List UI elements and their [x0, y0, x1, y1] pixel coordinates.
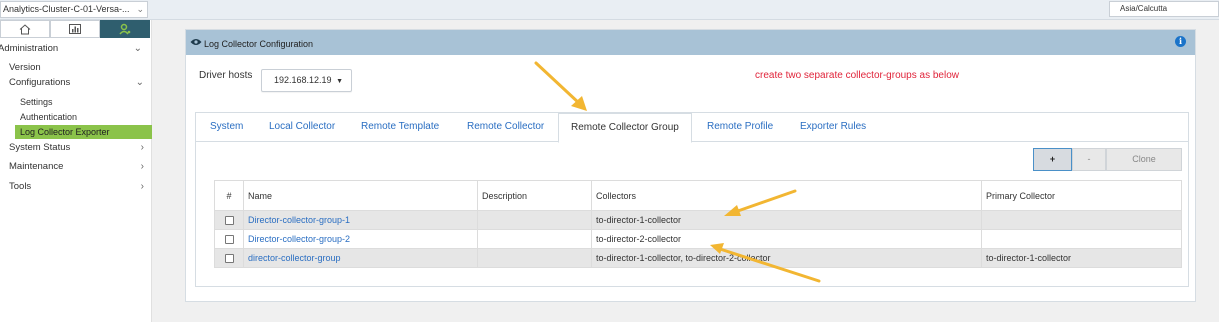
row-primary-collector: [981, 210, 1182, 230]
chevron-right-icon: ›: [140, 161, 144, 172]
add-button[interactable]: +: [1033, 148, 1072, 171]
nav-system-status[interactable]: System Status ›: [9, 142, 152, 153]
column-header-collectors[interactable]: Collectors: [591, 180, 982, 211]
top-bar: Analytics-Cluster-C-01-Versa-... ⌄ Asia/…: [0, 0, 1219, 20]
chevron-down-icon: ⌄: [133, 43, 142, 54]
nav-tools-label: Tools: [9, 181, 32, 192]
driver-hosts-value: 192.168.12.19: [274, 75, 332, 85]
row-checkbox-cell: [214, 210, 244, 230]
column-header-description[interactable]: Description: [477, 180, 592, 211]
driver-hosts-select[interactable]: 192.168.12.19 ▼: [261, 69, 352, 92]
nav-maintenance[interactable]: Maintenance ›: [9, 161, 152, 172]
nav-log-collector-exporter[interactable]: Log Collector Exporter: [15, 125, 152, 139]
tab-system[interactable]: System: [198, 113, 255, 142]
collector-group-table: # Name Description Collectors Primary Co…: [214, 180, 1182, 268]
row-checkbox[interactable]: [224, 235, 234, 245]
panel-header: Log Collector Configuration i: [186, 30, 1195, 55]
chevron-right-icon: ›: [140, 142, 144, 153]
nav-version-label: Version: [9, 62, 41, 73]
bar-chart-icon: [69, 24, 81, 34]
home-tab[interactable]: [0, 20, 50, 38]
nav-settings[interactable]: Settings: [20, 97, 53, 107]
tab-remote-collector[interactable]: Remote Collector: [455, 113, 556, 142]
user-settings-icon: [119, 23, 131, 35]
row-primary-collector: [981, 229, 1182, 249]
nav-administration-label: Administration: [0, 43, 59, 54]
table-row[interactable]: Director-collector-group-1 to-director-1…: [214, 210, 1182, 230]
chevron-down-icon: ⌄: [136, 4, 144, 14]
driver-hosts-label: Driver hosts: [199, 70, 253, 81]
table-row[interactable]: director-collector-group to-director-1-c…: [214, 248, 1182, 268]
row-checkbox-cell: [214, 229, 244, 249]
tab-remote-profile[interactable]: Remote Profile: [695, 113, 785, 142]
table-row[interactable]: Director-collector-group-2 to-director-2…: [214, 229, 1182, 249]
eye-icon: [190, 39, 202, 45]
chevron-down-icon: ⌄: [135, 77, 144, 88]
tab-strip: System Local Collector Remote Template R…: [196, 113, 1188, 143]
annotation-text: create two separate collector-groups as …: [755, 70, 959, 81]
row-name[interactable]: Director-collector-group-2: [243, 229, 478, 249]
analytics-tab[interactable]: [50, 20, 100, 38]
timezone-display[interactable]: Asia/Calcutta: [1109, 1, 1219, 17]
cluster-label: Analytics-Cluster-C-01-Versa-...: [3, 4, 130, 14]
nav-system-status-label: System Status: [9, 142, 71, 153]
home-icon: [19, 23, 31, 34]
nav-version[interactable]: Version: [9, 62, 161, 73]
chevron-right-icon: ›: [140, 181, 144, 192]
row-description: [477, 248, 592, 268]
column-header-name[interactable]: Name: [243, 180, 478, 211]
caret-down-icon: ▼: [336, 78, 344, 85]
nav-maintenance-label: Maintenance: [9, 161, 64, 172]
nav-tools[interactable]: Tools ›: [9, 181, 152, 192]
column-header-primary-collector[interactable]: Primary Collector: [981, 180, 1182, 211]
row-collectors: to-director-1-collector: [591, 210, 982, 230]
row-collectors: to-director-1-collector, to-director-2-c…: [591, 248, 982, 268]
tab-remote-template[interactable]: Remote Template: [349, 113, 451, 142]
row-checkbox-cell: [214, 248, 244, 268]
toolbar: + - Clone: [1033, 148, 1182, 171]
remove-button[interactable]: -: [1072, 148, 1106, 171]
tab-local-collector[interactable]: Local Collector: [257, 113, 347, 142]
nav-authentication[interactable]: Authentication: [20, 112, 77, 122]
table-header-row: # Name Description Collectors Primary Co…: [214, 180, 1182, 211]
clone-button[interactable]: Clone: [1106, 148, 1182, 171]
panel-title: Log Collector Configuration: [204, 39, 314, 49]
column-header-index: #: [214, 180, 244, 211]
nav-configurations-label: Configurations: [9, 77, 71, 88]
info-icon[interactable]: i: [1175, 36, 1186, 47]
cluster-select[interactable]: Analytics-Cluster-C-01-Versa-... ⌄: [0, 1, 148, 18]
nav-configurations[interactable]: Configurations ⌄: [9, 77, 152, 88]
admin-tab[interactable]: [100, 20, 150, 38]
tabs-container: System Local Collector Remote Template R…: [195, 112, 1189, 287]
row-name[interactable]: Director-collector-group-1: [243, 210, 478, 230]
nav-administration[interactable]: Administration ⌄: [0, 43, 150, 54]
tab-exporter-rules[interactable]: Exporter Rules: [788, 113, 878, 142]
sidebar: Administration ⌄ Version Configurations …: [0, 20, 152, 322]
tab-remote-collector-group[interactable]: Remote Collector Group: [558, 113, 692, 143]
row-checkbox[interactable]: [224, 254, 234, 264]
row-name[interactable]: director-collector-group: [243, 248, 478, 268]
row-checkbox[interactable]: [224, 216, 234, 226]
row-description: [477, 229, 592, 249]
row-collectors: to-director-2-collector: [591, 229, 982, 249]
row-primary-collector: to-director-1-collector: [981, 248, 1182, 268]
log-collector-panel: Log Collector Configuration i Driver hos…: [185, 29, 1196, 302]
row-description: [477, 210, 592, 230]
sidebar-tabs: [0, 20, 152, 38]
